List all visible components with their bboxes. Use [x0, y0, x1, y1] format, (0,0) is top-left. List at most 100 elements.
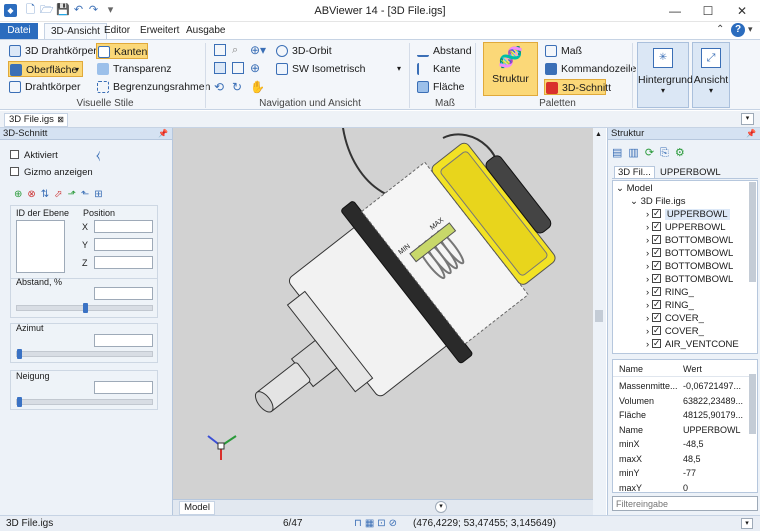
zoom-icon[interactable]: ⊕▾ — [250, 43, 266, 57]
properties-scroll-thumb[interactable] — [749, 374, 756, 434]
sw-isometric-button[interactable]: SW Isometrisch — [275, 61, 366, 77]
zoom-extents-icon[interactable] — [214, 62, 226, 74]
pan-hand-icon[interactable]: ✋ — [250, 80, 265, 94]
refresh-icon[interactable]: ↻ — [232, 80, 242, 94]
wireframe-3d-button[interactable]: 3D Drahtkörper — [8, 43, 97, 59]
model-tab[interactable]: Model — [179, 501, 215, 515]
zoom-in-icon[interactable]: ⊕ — [250, 61, 260, 75]
status-menu-icon[interactable]: ▾ — [741, 518, 753, 529]
slider-thumb[interactable] — [83, 303, 88, 313]
view-dropdown-icon[interactable]: ▾ — [397, 64, 401, 73]
position-x-input[interactable] — [94, 220, 153, 233]
background-button[interactable]: ✳ Hintergrund ▾ — [637, 42, 693, 108]
rotate-icon[interactable]: ⟲ — [214, 80, 224, 94]
delete-plane-icon[interactable]: ⊗ — [27, 189, 40, 200]
plane-z-icon[interactable]: ⬑ — [81, 189, 94, 200]
checkbox-checked[interactable] — [651, 272, 661, 284]
gizmo-checkbox[interactable]: Gizmo anzeigen — [10, 167, 93, 178]
checkbox-checked[interactable] — [651, 207, 661, 219]
zoom-window-icon[interactable] — [214, 44, 226, 56]
add-plane-icon[interactable]: ⊕ — [14, 189, 27, 200]
columns-icon[interactable]: ▥ — [628, 147, 644, 159]
document-tab[interactable]: 3D File.igs ⊠ — [4, 113, 68, 127]
checkbox-checked[interactable] — [651, 233, 661, 245]
wireframe-button[interactable]: Drahtkörper — [8, 79, 80, 95]
distance-slider[interactable] — [16, 303, 153, 313]
fit-view-icon[interactable] — [232, 62, 244, 74]
plane-x-icon[interactable]: ⬀ — [54, 189, 67, 200]
distance-input[interactable] — [94, 287, 153, 300]
transparency-button[interactable]: Transparenz — [96, 61, 172, 77]
flip-plane-icon[interactable]: ⇅ — [41, 189, 54, 200]
viewport-scrollbar[interactable]: ▲ — [593, 128, 606, 515]
tab-ausgabe[interactable]: Ausgabe — [180, 23, 231, 39]
export-icon[interactable]: ⎘ — [660, 147, 675, 159]
surface-button[interactable]: Oberfläche ▾ — [8, 61, 83, 77]
tree-node-model[interactable]: ⌄ Model — [616, 182, 652, 195]
inclination-input[interactable] — [94, 381, 153, 394]
position-z-input[interactable] — [94, 256, 153, 269]
measure-area-button[interactable]: Fläche — [416, 79, 465, 95]
section-tool-icon[interactable]: ⧼ — [96, 148, 100, 163]
activate-checkbox[interactable]: Aktiviert — [10, 150, 58, 161]
position-y-input[interactable] — [94, 238, 153, 251]
collapse-arrow-icon[interactable]: ⌄ — [616, 183, 624, 194]
checkbox-checked[interactable] — [651, 246, 661, 258]
measure-edge-button[interactable]: Kante — [416, 61, 460, 77]
checkbox-checked[interactable] — [651, 259, 661, 271]
help-menu-icon[interactable]: ▾ — [748, 24, 753, 35]
plane-id-list[interactable] — [16, 220, 65, 273]
checkbox-checked[interactable] — [651, 311, 661, 323]
measure-palette-button[interactable]: Maß — [544, 43, 582, 59]
tab-erweitert[interactable]: Erweitert — [134, 23, 185, 39]
slider-thumb[interactable] — [17, 349, 22, 359]
structure-button[interactable]: 🧬 Struktur — [483, 42, 538, 96]
close-button[interactable]: ✕ — [733, 3, 751, 19]
azimuth-input[interactable] — [94, 334, 153, 347]
section-3d-button[interactable]: 3D-Schnitt — [544, 79, 611, 95]
checkbox-checked[interactable] — [651, 220, 661, 232]
checkbox-checked[interactable] — [651, 324, 661, 336]
checkbox-checked[interactable] — [651, 285, 661, 297]
azimuth-slider[interactable] — [16, 349, 153, 359]
tree-scroll-thumb[interactable] — [749, 182, 756, 282]
checkbox-checked[interactable] — [651, 298, 661, 310]
checkbox-box[interactable] — [10, 150, 19, 159]
inclination-slider[interactable] — [16, 397, 153, 407]
help-icon[interactable]: ? — [731, 23, 745, 37]
ribbon-collapse-icon[interactable]: ⌃ — [716, 24, 724, 35]
checkbox-box[interactable] — [10, 167, 19, 176]
minimize-button[interactable]: — — [666, 3, 684, 19]
refresh-icon[interactable]: ⟳ — [645, 147, 660, 159]
zoom-previous-icon[interactable]: ⌕ — [232, 44, 238, 57]
filter-input[interactable] — [612, 496, 758, 511]
layout-list-icon[interactable]: ▾ — [435, 501, 447, 513]
tab-datei[interactable]: Datei — [0, 23, 38, 39]
orbit-3d-button[interactable]: 3D-Orbit — [275, 43, 332, 59]
command-line-button[interactable]: Kommandozeile — [544, 61, 636, 77]
pin-icon[interactable]: 📌 — [158, 128, 168, 140]
maximize-button[interactable]: ☐ — [699, 3, 717, 19]
checkbox-checked[interactable] — [651, 337, 661, 349]
tab-editor[interactable]: Editor — [98, 23, 136, 39]
tab-upperbowl[interactable]: UPPERBOWL — [660, 167, 721, 178]
list-view-icon[interactable]: ▤ — [612, 147, 628, 159]
pin-icon[interactable]: 📌 — [746, 128, 756, 140]
osnap-icon[interactable]: ⊘ — [389, 518, 400, 529]
scroll-thumb[interactable] — [595, 310, 603, 322]
edges-button[interactable]: Kanten — [96, 43, 148, 59]
3d-viewport[interactable]: MIN MAX — [173, 128, 593, 499]
close-tab-icon[interactable]: ⊠ — [57, 114, 64, 126]
scroll-up-icon[interactable]: ▲ — [595, 131, 602, 138]
snap-icon[interactable]: ⊓ — [354, 518, 365, 529]
settings-icon[interactable]: ⚙ — [675, 147, 691, 159]
bounding-box-button[interactable]: Begrenzungsrahmen — [96, 79, 210, 95]
plane-y-icon[interactable]: ⬏ — [68, 189, 81, 200]
tree-item[interactable]: › AIR_VENTCONE — [646, 337, 739, 351]
fit-plane-icon[interactable]: ⊞ — [94, 189, 107, 200]
slider-thumb[interactable] — [17, 397, 22, 407]
tab-list-dropdown-icon[interactable]: ▾ — [741, 113, 754, 125]
collapse-arrow-icon[interactable]: ⌄ — [630, 196, 638, 207]
measure-distance-button[interactable]: Abstand — [416, 43, 472, 59]
grid-icon[interactable]: ▦ — [365, 518, 377, 529]
